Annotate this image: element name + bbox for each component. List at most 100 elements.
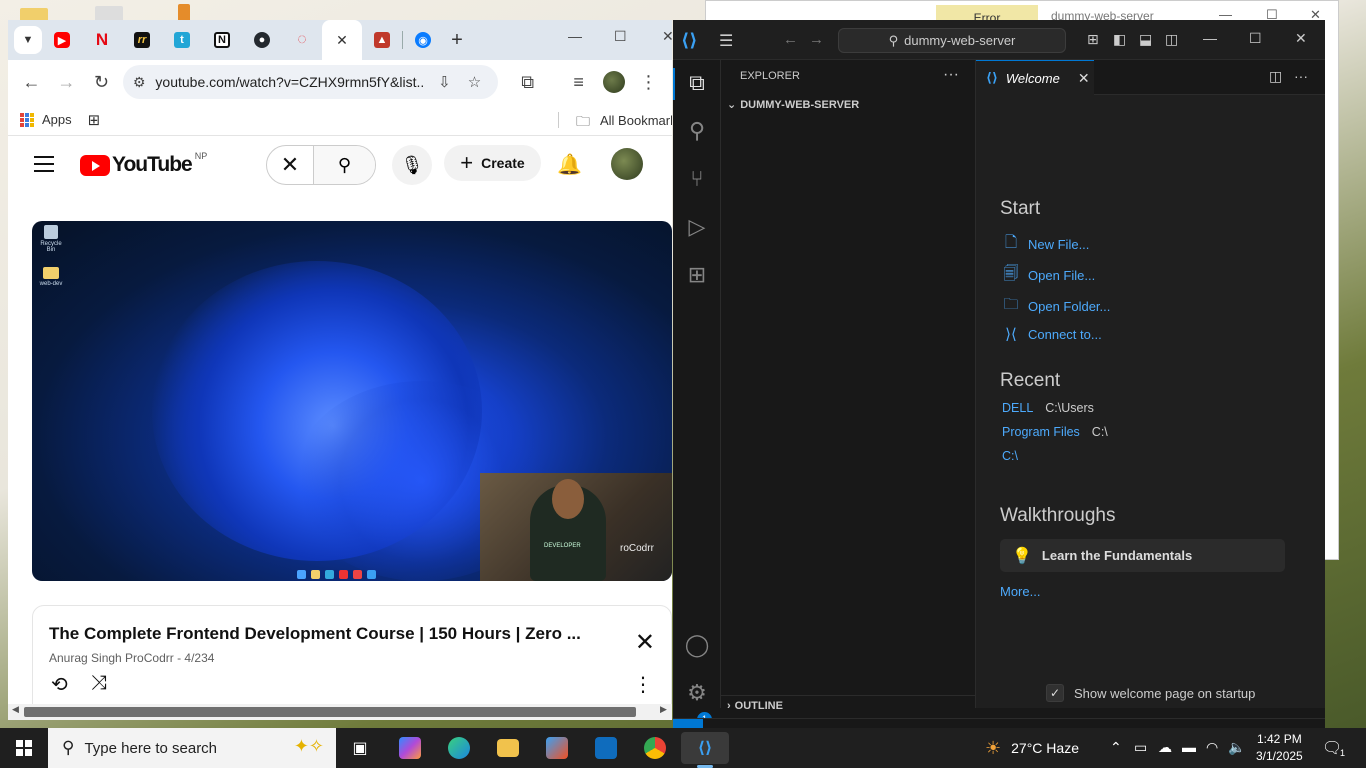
extensions-icon[interactable]: ⊞ [683, 262, 711, 290]
tab-site[interactable]: ▲ [362, 20, 402, 60]
search-button[interactable]: ⚲ [313, 146, 375, 184]
profile-button[interactable] [596, 64, 631, 100]
recent-item[interactable]: Program Files C:\ [1002, 425, 1108, 439]
chevron-up-icon[interactable]: ⌃ [1110, 739, 1122, 756]
toggle-sidebar-icon[interactable]: ◧ [1113, 31, 1126, 48]
workspace-folder[interactable]: ⌄ DUMMY-WEB-SERVER [727, 98, 859, 111]
connect-to-link[interactable]: ⟩⟨ Connect to... [1000, 325, 1102, 343]
clear-search-icon[interactable]: ✕ [267, 146, 313, 184]
arrow-left-icon[interactable]: ← [783, 31, 798, 48]
gear-icon[interactable]: ⚙ [683, 680, 711, 708]
playlist-subtitle[interactable]: Anurag Singh ProCodrr - 4/234 [49, 651, 214, 665]
wifi-icon[interactable]: ◠ [1206, 739, 1218, 756]
startup-checkbox[interactable]: ✓ [1046, 684, 1064, 702]
tab-app[interactable]: rr [122, 20, 162, 60]
minimize-icon[interactable]: — [568, 28, 582, 44]
new-file-link[interactable]: 🗋 New File... [1000, 232, 1089, 257]
taskbar-vscode[interactable]: ⟨⟩ [681, 732, 729, 768]
scroll-left-icon[interactable]: ◀ [12, 704, 19, 715]
close-tab-icon[interactable]: ✕ [1078, 70, 1090, 87]
media-button[interactable]: ≡ [561, 64, 596, 100]
back-button[interactable]: ← [14, 64, 49, 100]
arrow-right-icon[interactable]: → [809, 31, 824, 48]
tab-netflix[interactable]: N [82, 20, 122, 60]
reload-button[interactable]: ↻ [84, 64, 119, 100]
volume-icon[interactable]: 🔈 [1228, 739, 1245, 756]
battery-icon[interactable]: ▬ [1182, 739, 1196, 755]
video-player[interactable]: Recycle Bin web-dev DEVELOPER roCodrr [32, 221, 672, 581]
extensions-button[interactable]: ⧉ [510, 64, 545, 100]
maximize-icon[interactable]: ☐ [1249, 30, 1262, 47]
customize-layout-icon[interactable]: ⊞ [1087, 31, 1099, 48]
more-options-icon[interactable]: ⋮ [633, 672, 653, 697]
weather-widget[interactable]: ☀ 27°C Haze [985, 728, 1079, 768]
network-error-icon[interactable]: ☁ [1158, 739, 1172, 756]
site-info-icon[interactable]: ⚙ [133, 74, 146, 91]
run-debug-icon[interactable]: ▷ [683, 214, 711, 242]
create-button[interactable]: + Create [444, 145, 541, 181]
explorer-icon[interactable]: ⧉ [683, 70, 711, 98]
address-bar[interactable]: ⚙ youtube.com/watch?v=CZHX9rmn5fY&list..… [122, 65, 499, 99]
more-walkthroughs-link[interactable]: More... [1000, 584, 1040, 599]
taskbar-chrome[interactable] [631, 732, 679, 764]
forward-button[interactable]: → [49, 64, 84, 100]
chrome-menu-button[interactable]: ⋮ [631, 64, 666, 100]
recent-item[interactable]: C:\ [1002, 449, 1030, 463]
install-icon[interactable]: ⇩ [433, 73, 455, 91]
tab-typing[interactable]: t [162, 20, 202, 60]
youtube-logo[interactable]: YouTube NP [80, 151, 207, 177]
taskbar-copilot[interactable] [386, 732, 434, 764]
bookmark-star-icon[interactable]: ☆ [463, 73, 485, 91]
taskbar-outlook[interactable] [582, 732, 630, 764]
horizontal-scrollbar[interactable]: ◀ ▶ [8, 704, 672, 720]
close-playlist-icon[interactable]: ✕ [635, 628, 655, 657]
system-clock[interactable]: 1:42 PM 3/1/2025 [1256, 731, 1303, 765]
more-actions-icon[interactable]: ··· [943, 66, 959, 84]
url-text[interactable]: youtube.com/watch?v=CZHX9rmn5fY&list... [155, 74, 425, 90]
walkthrough-item[interactable]: 💡 Learn the Fundamentals [1000, 539, 1285, 572]
show-on-startup[interactable]: ✓ Show welcome page on startup [1046, 684, 1255, 702]
scrollbar-thumb[interactable] [24, 707, 636, 717]
taskbar-store[interactable] [533, 732, 581, 764]
close-tab-icon[interactable]: ✕ [336, 32, 348, 49]
hamburger-menu-icon[interactable] [34, 156, 54, 177]
meet-now-icon[interactable]: ▭ [1134, 739, 1147, 756]
avatar[interactable] [611, 148, 643, 180]
tab-welcome[interactable]: ⟨⟩ Welcome ✕ [976, 60, 1094, 95]
recent-item[interactable]: DELL C:\Users [1002, 401, 1094, 415]
apps-bookmark[interactable]: Apps [42, 112, 72, 127]
scroll-right-icon[interactable]: ▶ [660, 704, 667, 715]
voice-search-button[interactable]: 🎙 [392, 145, 432, 185]
loop-icon[interactable]: ⟲ [51, 672, 68, 697]
new-tab-button[interactable]: + [443, 29, 471, 52]
tab-notion[interactable]: N [202, 20, 242, 60]
account-icon[interactable]: ◯ [683, 632, 711, 660]
taskbar-edge[interactable] [435, 732, 483, 764]
tab-groups-icon[interactable]: ⊞ [88, 111, 101, 129]
taskbar-search[interactable]: ⚲ Type here to search ✦✧ [48, 728, 336, 768]
toggle-secondary-sidebar-icon[interactable]: ◫ [1165, 31, 1178, 48]
tab-search-button[interactable]: ▼ [14, 26, 42, 54]
more-actions-icon[interactable]: ··· [1294, 68, 1308, 84]
tab-loading[interactable]: ◌ [282, 20, 322, 60]
all-bookmarks-link[interactable]: All Bookmarks [600, 113, 672, 128]
minimize-icon[interactable]: — [1203, 30, 1217, 46]
open-folder-link[interactable]: 🗀 Open Folder... [1000, 294, 1110, 319]
split-editor-icon[interactable]: ◫ [1269, 68, 1282, 85]
maximize-icon[interactable]: ☐ [614, 28, 627, 45]
toggle-panel-icon[interactable]: ⬓ [1139, 31, 1152, 48]
remote-indicator[interactable] [673, 719, 703, 728]
taskbar-file-explorer[interactable] [484, 732, 532, 764]
notifications-bell-icon[interactable]: 🔔 [557, 152, 582, 177]
hamburger-menu-icon[interactable]: ☰ [719, 31, 733, 51]
tab-youtube[interactable]: ▶ [42, 20, 82, 60]
task-view-button[interactable]: ▣ [336, 732, 384, 764]
tab-active[interactable]: ✕ [322, 20, 362, 60]
outline-section[interactable]: › OUTLINE [727, 700, 783, 712]
shuffle-icon[interactable]: ⤨ [91, 672, 107, 695]
close-icon[interactable]: ✕ [1295, 30, 1307, 47]
command-center[interactable]: ⚲ dummy-web-server [838, 28, 1066, 53]
tab-messenger[interactable]: ◉ [403, 20, 443, 60]
source-control-icon[interactable]: ⑂ [683, 166, 711, 194]
close-icon[interactable]: ✕ [662, 28, 672, 45]
